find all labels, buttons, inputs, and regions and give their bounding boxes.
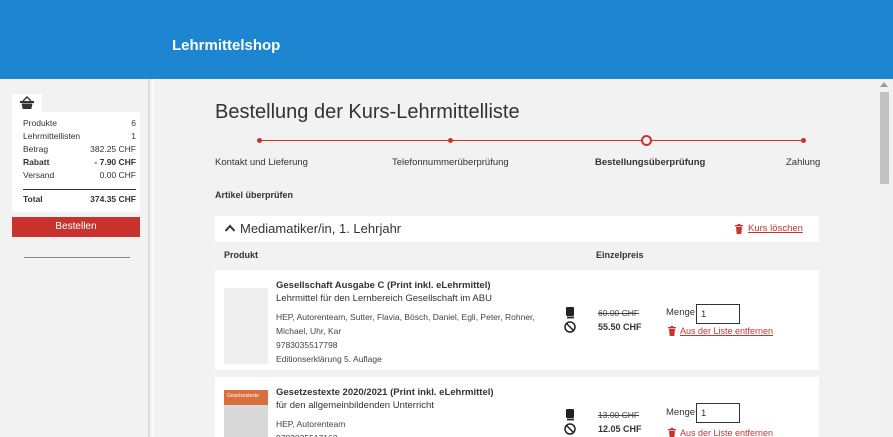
product-title: Gesetzestexte 2020/2021 (Print inkl. eLe…: [276, 387, 494, 398]
course-name: Mediamatiker/in, 1. Lehrjahr: [240, 221, 402, 236]
cover-band: Gesetzestexte: [224, 390, 268, 405]
step-ring-review: [641, 135, 652, 146]
cart-row-value: 6: [131, 118, 136, 128]
product-row: Gesetzestexte Gesetzestexte 2020/2021 (P…: [215, 377, 819, 437]
step-label-payment: Zahlung: [786, 157, 821, 168]
step-label-contact: Kontakt und Lieferung: [215, 157, 308, 168]
discounted-price: 12.05 CHF: [598, 424, 642, 434]
cart-summary: Produkte 6 Lehrmittellisten 1 Betrag 382…: [12, 112, 140, 212]
cart-row-shipping: Versand 0.00 CHF: [23, 170, 136, 181]
cart-row-label: Betrag: [23, 144, 49, 154]
product-cover-image: [224, 288, 268, 364]
cart-total-label: Total: [23, 194, 43, 204]
trash-icon[interactable]: [668, 428, 676, 437]
quantity-input[interactable]: [696, 403, 740, 423]
old-price: 60.00 CHF: [598, 308, 640, 318]
quantity-label: Menge: [666, 307, 696, 318]
cart-row-label: Produkte: [23, 118, 58, 128]
cart-row-value: - 7.90 CHF: [94, 157, 136, 167]
discounted-price: 55.50 CHF: [598, 322, 642, 332]
app-header: Lehrmittelshop: [0, 0, 893, 79]
step-dot-phone: [448, 138, 453, 143]
stepper-line: [259, 140, 805, 141]
scrollbar-thumb[interactable]: [880, 92, 889, 184]
app-title[interactable]: Lehrmittelshop: [172, 37, 280, 54]
book-icon: [566, 307, 574, 319]
cart-row-label: Lehrmittellisten: [23, 131, 81, 141]
order-button[interactable]: Bestellen: [12, 217, 140, 237]
basket-icon: [20, 96, 34, 109]
scroll-up-icon[interactable]: [880, 82, 888, 87]
cart-tab[interactable]: [12, 94, 42, 112]
cart-row-label: Versand: [23, 170, 55, 180]
cart-row-discount: Rabatt - 7.90 CHF: [23, 157, 136, 168]
not-available-icon: [564, 423, 576, 435]
product-isbn: 9783035517798: [276, 340, 338, 350]
cart-row-value: 382.25 CHF: [90, 144, 136, 154]
quantity-input[interactable]: [696, 304, 740, 324]
cart-divider: [23, 189, 136, 190]
book-icon: [566, 409, 574, 421]
cart-row-total: Total 374.35 CHF: [23, 194, 136, 205]
product-subtitle: für den allgemeinbildenden Unterricht: [276, 400, 434, 411]
delete-course-link[interactable]: Kurs löschen: [748, 223, 803, 234]
cover-text: Gesetzestexte: [227, 393, 259, 399]
product-title: Gesellschaft Ausgabe C (Print inkl. eLeh…: [276, 280, 491, 291]
product-authors-cont: Michael, Uhr, Kar: [276, 326, 342, 336]
product-edition: Editionserklärung 5. Auflage: [276, 354, 382, 364]
section-label: Artikel überprüfen: [215, 190, 294, 200]
cart-row-label: Rabatt: [23, 157, 50, 167]
trash-icon[interactable]: [735, 224, 743, 234]
cart-row-value: 0.00 CHF: [99, 170, 136, 180]
step-dot-contact: [257, 138, 262, 143]
remove-from-list-link[interactable]: Aus der Liste entfernen: [680, 326, 773, 336]
sidebar-divider: [24, 257, 130, 258]
product-cover-image: Gesetzestexte: [224, 390, 268, 437]
cart-total-value: 374.35 CHF: [90, 194, 136, 204]
trash-icon[interactable]: [668, 326, 676, 336]
column-header-product: Produkt: [224, 250, 259, 260]
not-available-icon: [564, 321, 576, 333]
step-label-review: Bestellungsüberprüfung: [595, 157, 706, 168]
cart-row-value: 1: [131, 131, 136, 141]
cart-row-products: Produkte 6: [23, 118, 136, 129]
cart-row-lists: Lehrmittellisten 1: [23, 131, 136, 142]
product-authors: HEP, Autorenteam, Sutter, Flavia, Bösch,…: [276, 312, 535, 322]
column-header-unit-price: Einzelpreis: [596, 250, 644, 260]
product-row: Gesellschaft Ausgabe C (Print inkl. eLeh…: [215, 270, 819, 370]
course-header[interactable]: Mediamatiker/in, 1. Lehrjahr Kurs lösche…: [215, 216, 819, 242]
chevron-up-icon[interactable]: [224, 223, 236, 233]
product-authors: HEP, Autorenteam: [276, 419, 346, 429]
product-isbn: 9783035517163: [276, 431, 337, 437]
old-price: 13.00 CHF: [598, 410, 640, 420]
product-subtitle: Lehrmittel für den Lernbereich Gesellsch…: [276, 293, 492, 304]
remove-from-list-link[interactable]: Aus der Liste entfernen: [680, 428, 773, 437]
page-title: Bestellung der Kurs-Lehrmittelliste: [215, 101, 520, 123]
step-label-phone: Telefonnummerüberprüfung: [392, 157, 509, 168]
step-dot-payment: [801, 138, 806, 143]
cart-row-amount: Betrag 382.25 CHF: [23, 144, 136, 155]
quantity-label: Menge: [666, 407, 696, 418]
